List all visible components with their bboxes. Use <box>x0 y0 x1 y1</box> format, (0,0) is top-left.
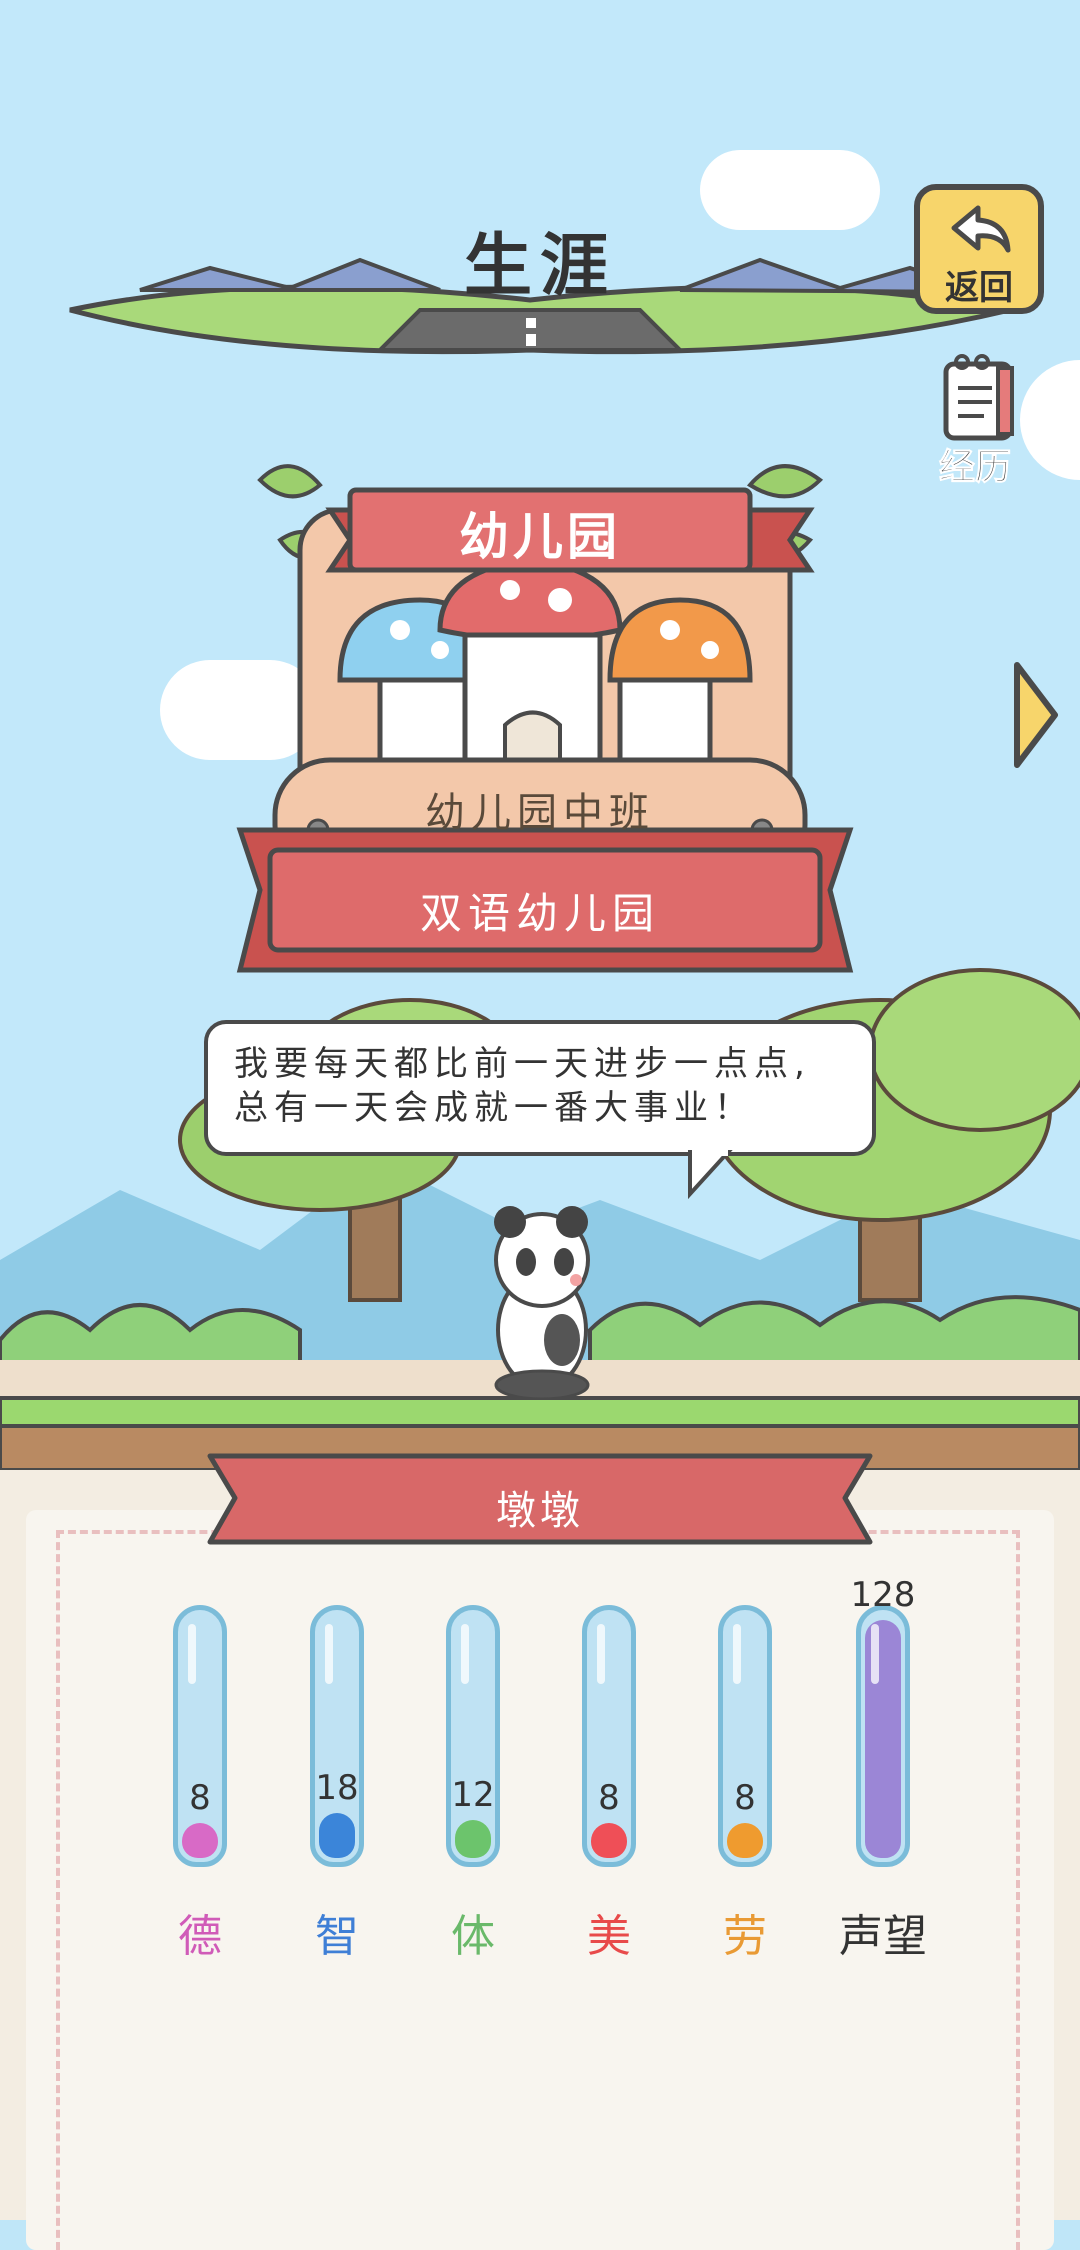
stat-fill <box>455 1820 491 1858</box>
stat-1: 18 智 <box>302 1605 382 1965</box>
stat-tube-shine <box>188 1624 196 1684</box>
history-button-label: 经历 <box>938 447 1011 489</box>
stat-label: 智 <box>315 1911 359 1962</box>
stat-fill <box>727 1823 763 1858</box>
stat-value: 8 <box>598 1778 620 1818</box>
stat-tube-shine <box>325 1624 333 1684</box>
speech-bubble-tail <box>688 1150 733 1200</box>
stat-value: 8 <box>189 1778 211 1818</box>
stat-value: 12 <box>451 1775 495 1815</box>
stat-tube <box>582 1605 636 1867</box>
stat-tube <box>856 1605 910 1867</box>
dialogue-line: 我要每天都比前一天进步一点点, <box>234 1044 811 1084</box>
history-button[interactable]: 经历 <box>920 352 1030 489</box>
character-name: 墩墩 <box>496 1488 584 1534</box>
stat-label: 劳 <box>723 1911 767 1962</box>
stat-label: 德 <box>178 1911 222 1962</box>
stat-fill <box>182 1823 218 1858</box>
dialogue-line: 总有一天会成就一番大事业！ <box>234 1088 754 1128</box>
stat-fill <box>319 1813 355 1858</box>
stat-tube-shine <box>461 1624 469 1684</box>
cloud <box>700 150 880 230</box>
stat-tube <box>173 1605 227 1867</box>
stat-0: 8德 <box>165 1605 245 1965</box>
back-button-label: 返回 <box>945 268 1013 308</box>
stage-title: 幼儿园 <box>459 508 621 566</box>
stat-tube-shine <box>733 1624 741 1684</box>
stat-5: 128 声望 <box>839 1575 928 1965</box>
back-button[interactable]: 返回 <box>914 184 1044 314</box>
stat-tube-shine <box>871 1624 879 1684</box>
speech-bubble: 我要每天都比前一天进步一点点, 总有一天会成就一番大事业！ <box>204 1020 876 1156</box>
stat-tube <box>446 1605 500 1867</box>
stat-label: 声望 <box>839 1911 927 1962</box>
back-arrow-icon <box>951 205 1011 253</box>
next-stage-arrow-icon[interactable] <box>1005 655 1065 775</box>
stat-2: 12 体 <box>438 1605 518 1965</box>
stat-value: 18 <box>315 1768 359 1808</box>
panda-character <box>494 1206 590 1400</box>
stat-3: 8美 <box>574 1605 654 1965</box>
stat-tube <box>310 1605 364 1867</box>
stat-value: 128 <box>850 1575 916 1615</box>
stat-value: 8 <box>734 1778 756 1818</box>
stat-fill <box>591 1823 627 1858</box>
page-title: 生涯 <box>463 227 616 306</box>
stage-school: 双语幼儿园 <box>419 889 660 938</box>
game-scene: 生涯 返回 经历 幼儿园 幼儿园中班 双语幼儿园 我要每天都比前一天进步一点点,… <box>0 0 1080 1470</box>
stat-label: 体 <box>451 1911 495 1962</box>
notebook-icon <box>943 354 1014 441</box>
stat-tube <box>718 1605 772 1867</box>
stat-tube-shine <box>597 1624 605 1684</box>
stat-4: 8劳 <box>710 1605 790 1965</box>
stat-label: 美 <box>587 1911 631 1962</box>
stage-grade: 幼儿园中班 <box>425 790 655 836</box>
